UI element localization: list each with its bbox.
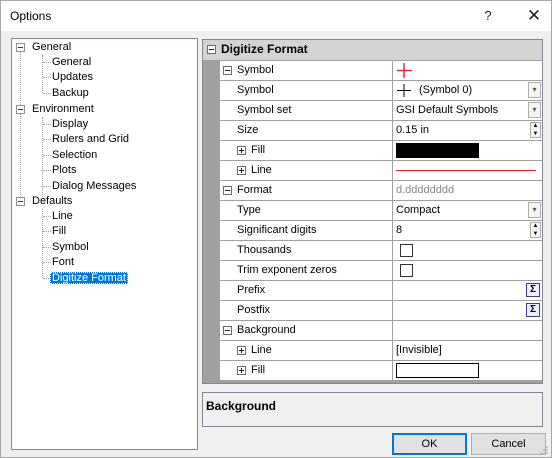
tree-node-general[interactable]: General xyxy=(30,40,73,55)
row-symbol-set[interactable]: Symbol set GSI Default Symbols ▾ xyxy=(203,101,542,121)
row-prefix[interactable]: Prefix Σ xyxy=(203,281,542,301)
collapse-icon[interactable] xyxy=(16,43,25,52)
chevron-down-icon[interactable]: ▾ xyxy=(528,102,541,118)
options-tree[interactable]: General General Updates Backup Environme… xyxy=(11,38,198,450)
postfix-input[interactable]: Σ xyxy=(392,301,542,320)
thousands-cell xyxy=(392,241,542,260)
symbol-set-value: GSI Default Symbols xyxy=(396,104,499,116)
close-button[interactable]: ✕ xyxy=(517,1,551,31)
tree-node-dialog-messages[interactable]: Dialog Messages xyxy=(50,179,138,194)
tree-node-backup[interactable]: Backup xyxy=(50,86,91,101)
collapse-icon[interactable] xyxy=(223,326,232,335)
collapse-icon[interactable] xyxy=(207,45,216,54)
expand-icon[interactable] xyxy=(237,346,246,355)
sigma-icon[interactable]: Σ xyxy=(526,303,540,317)
tree-node-selection[interactable]: Selection xyxy=(50,148,99,163)
help-button[interactable]: ? xyxy=(471,1,505,31)
options-dialog: Options ? ✕ General General Updates Back… xyxy=(0,0,552,458)
trim-cell xyxy=(392,261,542,280)
cross-icon xyxy=(397,84,411,97)
chevron-down-icon[interactable]: ▾ xyxy=(528,82,541,98)
expand-icon[interactable] xyxy=(237,166,246,175)
ok-button[interactable]: OK xyxy=(392,433,467,455)
spinner-icon[interactable]: ▲ ▼ xyxy=(530,122,541,138)
collapse-icon[interactable] xyxy=(223,186,232,195)
trim-exponent-zeros-checkbox[interactable] xyxy=(400,264,413,277)
row-background-line[interactable]: Line [Invisible] xyxy=(203,341,542,361)
row-postfix[interactable]: Postfix Σ xyxy=(203,301,542,321)
red-cross-icon xyxy=(397,63,412,78)
line-preview[interactable] xyxy=(392,161,542,180)
tree-node-environment[interactable]: Environment xyxy=(30,102,96,117)
significant-digits-input[interactable]: 8 ▲ ▼ xyxy=(392,221,542,240)
type-value: Compact xyxy=(396,204,441,216)
symbol-preview xyxy=(392,61,542,80)
fill-color[interactable] xyxy=(392,141,542,160)
background-fill-swatch xyxy=(396,363,479,378)
tree-node-defaults[interactable]: Defaults xyxy=(30,194,74,209)
tree-node-plots[interactable]: Plots xyxy=(50,163,78,178)
prefix-input[interactable]: Σ xyxy=(392,281,542,300)
collapse-icon[interactable] xyxy=(16,105,25,114)
tree-node-fill[interactable]: Fill xyxy=(50,224,68,239)
cancel-button[interactable]: Cancel xyxy=(471,433,546,455)
window-title: Options xyxy=(10,9,52,23)
row-size[interactable]: Size 0.15 in ▲ ▼ xyxy=(203,121,542,141)
title-bar: Options ? ✕ xyxy=(1,1,551,31)
row-symbol[interactable]: Symbol (Symbol 0) ▾ xyxy=(203,81,542,101)
tree-node-display[interactable]: Display xyxy=(50,117,90,132)
tree-node-updates[interactable]: Updates xyxy=(50,70,95,85)
type-dropdown[interactable]: Compact ▾ xyxy=(392,201,542,220)
thousands-checkbox[interactable] xyxy=(400,244,413,257)
tree-node-general-general[interactable]: General xyxy=(50,55,93,70)
row-background-fill[interactable]: Fill xyxy=(203,361,542,381)
property-grid: Digitize Format Symbol Symbol (Symbol 0)… xyxy=(202,39,543,384)
symbol-value: (Symbol 0) xyxy=(419,84,473,96)
background-fill-color[interactable] xyxy=(392,361,542,380)
row-thousands[interactable]: Thousands xyxy=(203,241,542,261)
tree-node-rulers-and-grid[interactable]: Rulers and Grid xyxy=(50,132,131,147)
row-fill[interactable]: Fill xyxy=(203,141,542,161)
collapse-icon[interactable] xyxy=(16,197,25,206)
tree-node-line[interactable]: Line xyxy=(50,209,75,224)
format-preview: d.dddddddd xyxy=(392,181,542,200)
description-title: Background xyxy=(206,399,277,413)
row-background-section[interactable]: Background xyxy=(203,321,542,341)
symbol-dropdown[interactable]: (Symbol 0) ▾ xyxy=(392,81,542,100)
expand-icon[interactable] xyxy=(237,366,246,375)
spinner-icon[interactable]: ▲ ▼ xyxy=(530,222,541,238)
tree-node-symbol[interactable]: Symbol xyxy=(50,240,91,255)
description-panel: Background xyxy=(202,392,543,427)
collapse-icon[interactable] xyxy=(223,66,232,75)
row-significant-digits[interactable]: Significant digits 8 ▲ ▼ xyxy=(203,221,542,241)
resize-grip-icon[interactable] xyxy=(539,445,549,455)
expand-icon[interactable] xyxy=(237,146,246,155)
significant-digits-value: 8 xyxy=(396,224,403,236)
tree-node-digitize-format[interactable]: Digitize Format xyxy=(50,271,128,286)
tree-node-font[interactable]: Font xyxy=(50,255,76,270)
category-digitize-format[interactable]: Digitize Format xyxy=(203,40,542,60)
row-symbol-section[interactable]: Symbol xyxy=(203,61,542,81)
sigma-icon[interactable]: Σ xyxy=(526,283,540,297)
row-format-section[interactable]: Format d.dddddddd xyxy=(203,181,542,201)
category-title: Digitize Format xyxy=(221,42,308,56)
line-sample xyxy=(396,170,536,171)
size-input[interactable]: 0.15 in ▲ ▼ xyxy=(392,121,542,140)
row-type[interactable]: Type Compact ▾ xyxy=(203,201,542,221)
background-empty xyxy=(392,321,542,340)
chevron-down-icon[interactable]: ▾ xyxy=(528,202,541,218)
size-value: 0.15 in xyxy=(396,124,430,136)
row-trim-exponent-zeros[interactable]: Trim exponent zeros xyxy=(203,261,542,281)
fill-swatch xyxy=(396,143,479,158)
symbol-set-dropdown[interactable]: GSI Default Symbols ▾ xyxy=(392,101,542,120)
row-line[interactable]: Line xyxy=(203,161,542,181)
background-line-value[interactable]: [Invisible] xyxy=(392,341,542,360)
